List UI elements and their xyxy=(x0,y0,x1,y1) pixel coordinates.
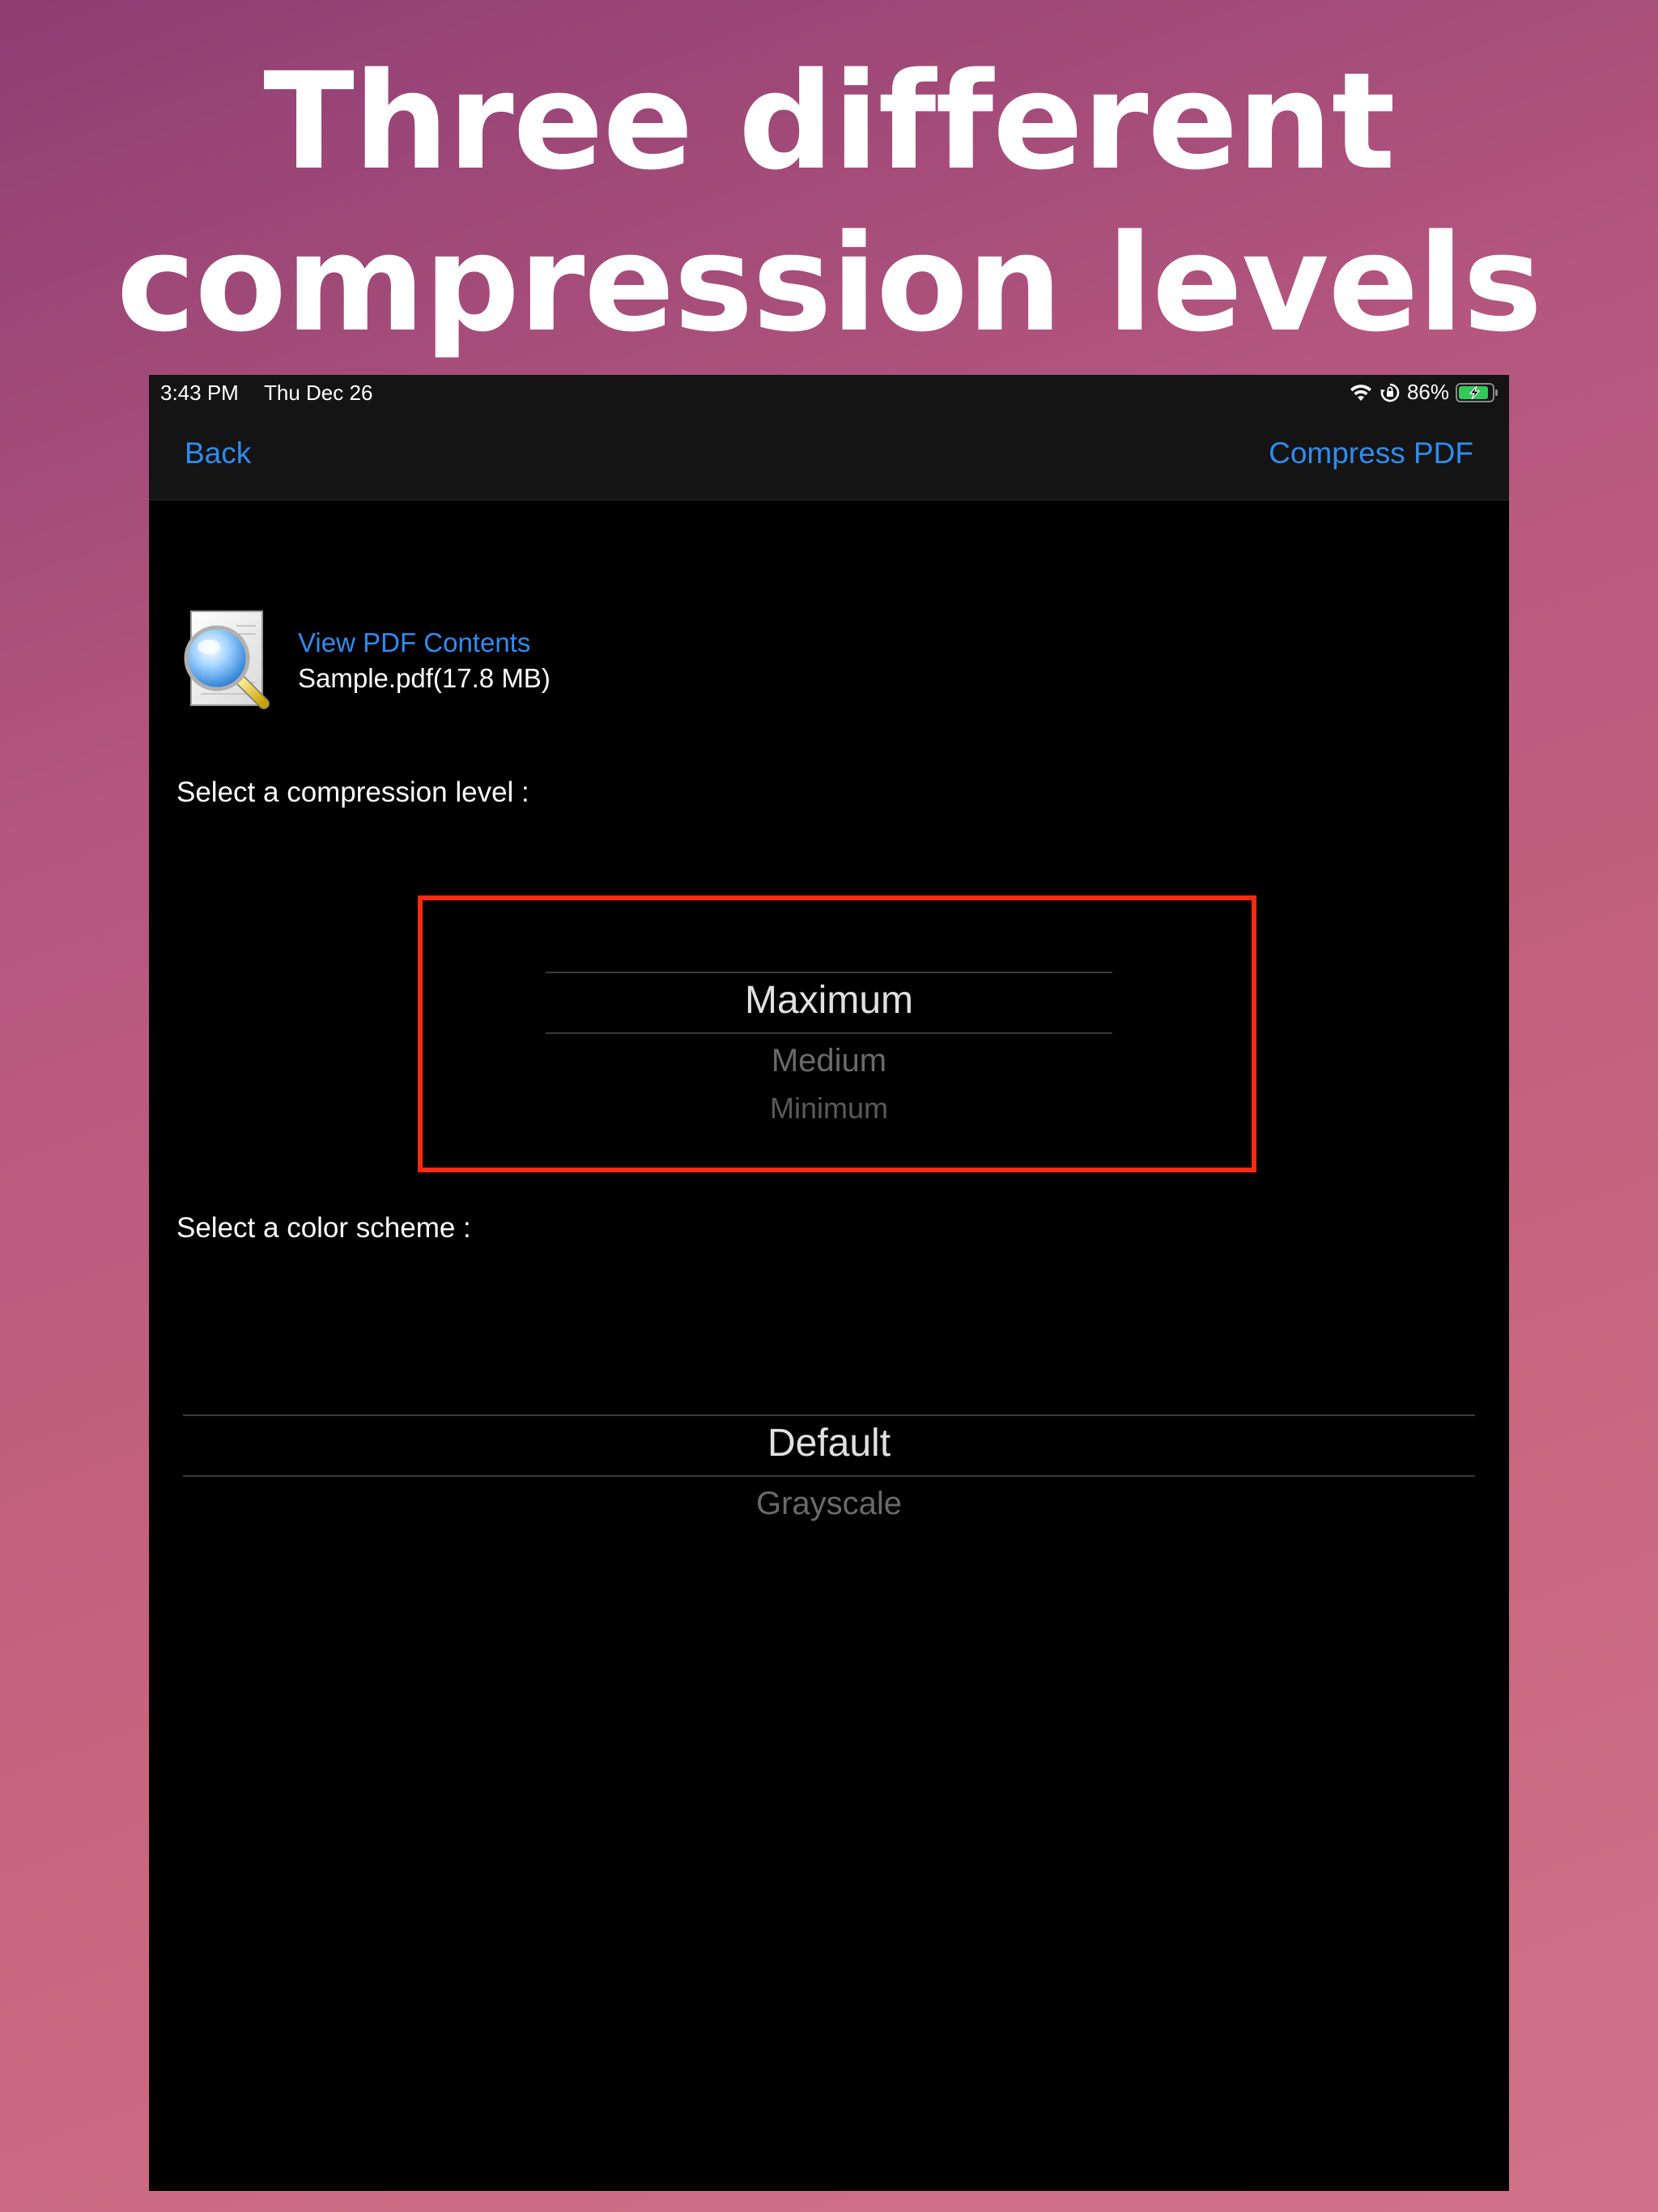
picker-option-medium[interactable]: Medium xyxy=(546,1043,1112,1079)
picker-selection-bottom-line xyxy=(546,1032,1112,1034)
status-bar: 3:43 PM Thu Dec 26 86% xyxy=(149,375,1509,412)
compression-highlight-frame xyxy=(418,895,1256,1172)
compress-pdf-button[interactable]: Compress PDF xyxy=(1269,436,1473,470)
headline-line-1: Three different xyxy=(263,44,1395,199)
pdf-preview-magnifier-icon[interactable] xyxy=(180,610,277,715)
back-button[interactable]: Back xyxy=(185,436,251,470)
battery-percentage: 86% xyxy=(1406,380,1449,404)
status-date: Thu Dec 26 xyxy=(264,381,373,405)
wifi-icon xyxy=(1349,383,1373,402)
compression-level-label: Select a compression level : xyxy=(176,776,529,808)
battery-charging-icon xyxy=(1456,382,1499,403)
picker-selection-top-line xyxy=(183,1414,1475,1416)
picker-selection-top-line xyxy=(546,972,1112,973)
headline-line-2: compression levels xyxy=(116,206,1542,361)
status-indicators: 86% xyxy=(1349,380,1499,405)
view-pdf-contents-link[interactable]: View PDF Contents xyxy=(298,627,530,658)
color-scheme-label: Select a color scheme : xyxy=(176,1212,471,1244)
marketing-headline: Three different compression levels xyxy=(0,40,1658,364)
navigation-bar: Back Compress PDF xyxy=(149,412,1509,500)
picker-option-maximum[interactable]: Maximum xyxy=(546,978,1112,1023)
status-time: 3:43 PM xyxy=(160,381,239,405)
file-name-size: Sample.pdf(17.8 MB) xyxy=(298,663,551,693)
picker-option-minimum[interactable]: Minimum xyxy=(546,1091,1112,1124)
picker-selection-bottom-line xyxy=(183,1475,1475,1477)
picker-option-default[interactable]: Default xyxy=(183,1421,1475,1465)
orientation-lock-icon xyxy=(1380,382,1401,403)
picker-option-grayscale[interactable]: Grayscale xyxy=(183,1486,1475,1522)
app-screen: 3:43 PM Thu Dec 26 86% Back Compress PDF… xyxy=(149,375,1509,2191)
